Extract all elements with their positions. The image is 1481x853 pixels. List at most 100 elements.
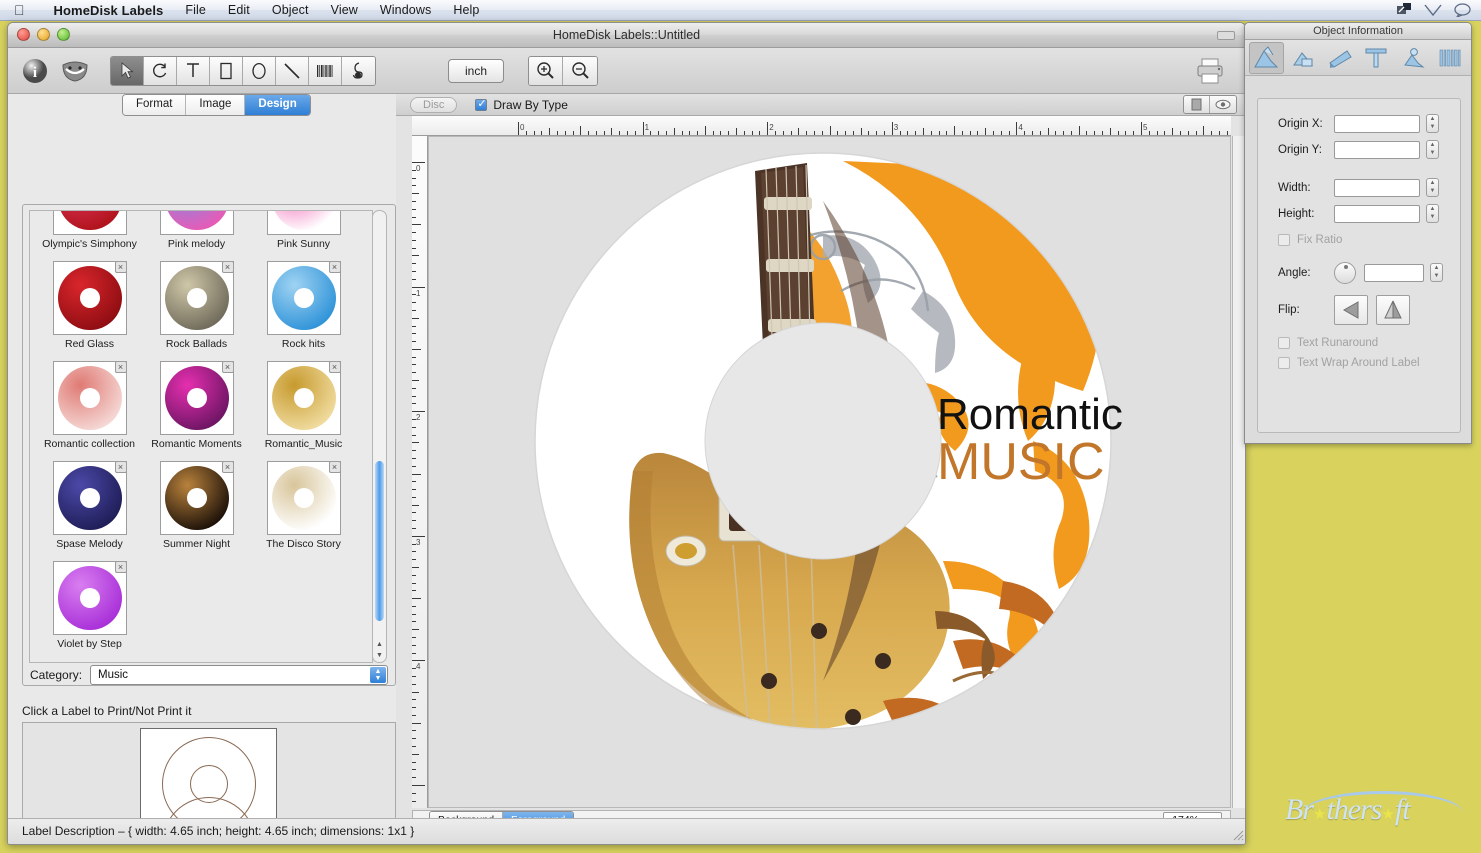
scroll-up-arrow[interactable]: ▲: [375, 640, 384, 649]
menu-item-edit[interactable]: Edit: [217, 0, 261, 21]
zoom-in-icon[interactable]: [529, 57, 563, 85]
rectangle-tool[interactable]: [210, 57, 243, 85]
canvas-viewport[interactable]: Romantic MUSIC: [428, 136, 1231, 808]
angle-input[interactable]: [1364, 264, 1424, 282]
template-scrollbar[interactable]: ▲ ▼: [372, 210, 387, 663]
paint-tool[interactable]: [342, 57, 375, 85]
tab-image[interactable]: Image: [186, 95, 245, 115]
text-align-icon[interactable]: [1359, 42, 1394, 74]
spotlight-chevron-icon[interactable]: [1424, 4, 1442, 17]
origin-y-stepper[interactable]: ▲▼: [1426, 140, 1439, 159]
page-view-icon[interactable]: [1184, 96, 1210, 113]
template-thumbnail[interactable]: ×: [267, 361, 341, 435]
template-item[interactable]: ×The Disco Story: [250, 461, 357, 561]
text-wrap-row[interactable]: Text Wrap Around Label: [1258, 353, 1460, 373]
template-thumbnail[interactable]: ×: [267, 461, 341, 535]
template-item[interactable]: ×Romantic Moments: [143, 361, 250, 461]
text-tool[interactable]: [177, 57, 210, 85]
flip-vertical-icon[interactable]: [1376, 295, 1410, 325]
origin-x-stepper[interactable]: ▲▼: [1426, 114, 1439, 133]
screen-share-icon[interactable]: [1397, 3, 1412, 17]
template-item[interactable]: ×Summer Night: [143, 461, 250, 561]
shape-icon[interactable]: [1286, 42, 1321, 74]
mask-icon[interactable]: [60, 56, 90, 86]
apple-icon[interactable]: : [14, 3, 25, 17]
cd-label-artwork[interactable]: Romantic MUSIC: [523, 141, 1123, 741]
menu-item-object[interactable]: Object: [261, 0, 320, 21]
toolbar-toggle-button[interactable]: [1217, 31, 1235, 40]
tab-design[interactable]: Design: [245, 95, 309, 115]
fix-ratio-checkbox[interactable]: [1278, 234, 1290, 246]
template-delete-icon[interactable]: ×: [329, 261, 341, 273]
template-thumbnail[interactable]: ×: [160, 361, 234, 435]
template-thumbnail[interactable]: ×: [267, 261, 341, 335]
barcode-tool[interactable]: [309, 57, 342, 85]
template-item[interactable]: ×Romantic collection: [36, 361, 143, 461]
angle-stepper[interactable]: ▲▼: [1430, 263, 1443, 282]
effects-icon[interactable]: [1396, 42, 1431, 74]
template-delete-icon[interactable]: ×: [329, 461, 341, 473]
height-input[interactable]: [1334, 205, 1420, 223]
template-delete-icon[interactable]: ×: [115, 461, 127, 473]
scrollbar-thumb[interactable]: [375, 461, 384, 621]
barcode-panel-icon[interactable]: [1432, 42, 1467, 74]
template-thumbnail[interactable]: ×: [53, 461, 127, 535]
template-item[interactable]: ×Red Glass: [36, 261, 143, 361]
line-tool[interactable]: [276, 57, 309, 85]
text-runaround-row[interactable]: Text Runaround: [1258, 333, 1460, 353]
template-delete-icon[interactable]: ×: [222, 361, 234, 373]
template-thumbnail[interactable]: ×: [53, 361, 127, 435]
minimize-button[interactable]: [37, 28, 50, 41]
flip-horizontal-icon[interactable]: [1334, 295, 1368, 325]
template-item[interactable]: ×Romantic_Music: [250, 361, 357, 461]
template-thumbnail[interactable]: ×: [53, 261, 127, 335]
menu-item-help[interactable]: Help: [442, 0, 490, 21]
template-grid-viewport[interactable]: Olympic's SimphonyPink melodyPink Sunny×…: [29, 210, 373, 663]
width-input[interactable]: [1334, 179, 1420, 197]
template-item[interactable]: Pink melody: [143, 210, 250, 261]
template-item[interactable]: Olympic's Simphony: [36, 210, 143, 261]
template-delete-icon[interactable]: ×: [115, 361, 127, 373]
template-item[interactable]: ×Rock Ballads: [143, 261, 250, 361]
template-delete-icon[interactable]: ×: [329, 361, 341, 373]
category-select[interactable]: Music ▲▼: [90, 665, 388, 685]
text-wrap-checkbox[interactable]: [1278, 357, 1290, 369]
resize-grip[interactable]: [1232, 829, 1244, 841]
angle-dial[interactable]: [1334, 262, 1356, 284]
height-stepper[interactable]: ▲▼: [1426, 204, 1439, 223]
draw-by-type-checkbox[interactable]: [475, 99, 487, 111]
template-item[interactable]: ×Violet by Step: [36, 561, 143, 661]
menu-item-file[interactable]: File: [174, 0, 217, 21]
zoom-button[interactable]: [57, 28, 70, 41]
template-item[interactable]: Pink Sunny: [250, 210, 357, 261]
origin-x-input[interactable]: [1334, 115, 1420, 133]
template-delete-icon[interactable]: ×: [115, 561, 127, 573]
template-thumbnail[interactable]: ×: [160, 261, 234, 335]
template-thumbnail[interactable]: ×: [160, 461, 234, 535]
width-stepper[interactable]: ▲▼: [1426, 178, 1439, 197]
menu-item-windows[interactable]: Windows: [369, 0, 442, 21]
close-button[interactable]: [17, 28, 30, 41]
unit-button[interactable]: inch: [448, 59, 504, 83]
template-item[interactable]: ×Spase Melody: [36, 461, 143, 561]
template-thumbnail[interactable]: [267, 210, 341, 235]
category-stepper-icon[interactable]: ▲▼: [370, 667, 386, 683]
zoom-out-icon[interactable]: [563, 57, 597, 85]
template-thumbnail[interactable]: ×: [53, 561, 127, 635]
template-thumbnail[interactable]: [53, 210, 127, 235]
info-icon[interactable]: i: [20, 56, 50, 86]
origin-y-input[interactable]: [1334, 141, 1420, 159]
pointer-tool[interactable]: [111, 57, 144, 85]
template-delete-icon[interactable]: ×: [222, 461, 234, 473]
eye-preview-icon[interactable]: [1210, 96, 1236, 113]
draw-by-type-row[interactable]: Draw By Type: [475, 98, 567, 112]
template-delete-icon[interactable]: ×: [115, 261, 127, 273]
template-thumbnail[interactable]: [160, 210, 234, 235]
disc-button[interactable]: Disc: [410, 97, 457, 113]
scroll-down-arrow[interactable]: ▼: [375, 651, 384, 660]
rotate-tool[interactable]: [144, 57, 177, 85]
printer-icon[interactable]: [1193, 55, 1227, 87]
template-item[interactable]: ×Rock hits: [250, 261, 357, 361]
text-runaround-checkbox[interactable]: [1278, 337, 1290, 349]
template-delete-icon[interactable]: ×: [222, 261, 234, 273]
